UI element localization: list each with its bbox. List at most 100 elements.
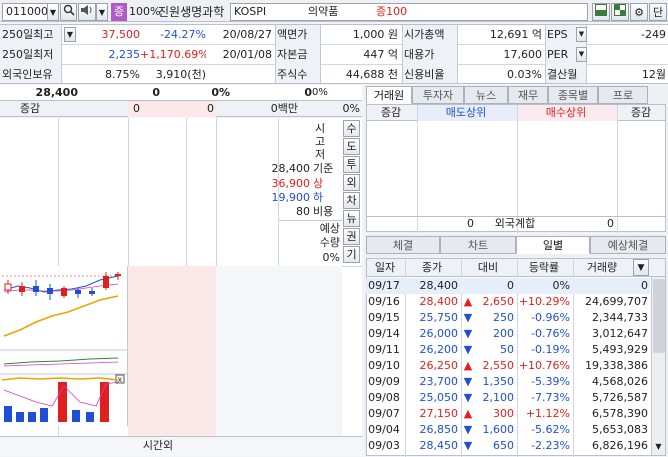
info-key-1: 주식수: [277, 68, 308, 81]
stock-code-input[interactable]: 011000: [2, 3, 48, 21]
layout-button[interactable]: [592, 3, 610, 21]
single-mode-button[interactable]: 단: [649, 3, 667, 21]
settings-button[interactable]: ⚙: [630, 3, 648, 21]
info-key-3: 결산월: [547, 68, 578, 81]
daily-cell-close: 26,850: [419, 423, 459, 436]
table-row[interactable]: 09/14 26,000 ▼ 200 -0.76% 3,012,647: [366, 326, 650, 342]
daily-cell-close: 26,000: [419, 327, 459, 340]
table-row[interactable]: 09/15 25,750 ▼ 250 -0.96% 2,344,733: [366, 310, 650, 326]
lower-limit-price: 19,900: [271, 191, 311, 204]
side-tab-button[interactable]: 차: [343, 192, 360, 209]
sector-label: 의약품: [308, 5, 339, 18]
side-tab-button[interactable]: 기: [343, 246, 360, 263]
info-pct: +1,170.69%: [140, 48, 206, 61]
daily-cell-date: 09/17: [368, 279, 400, 292]
daily-cell-date: 09/04: [368, 423, 400, 436]
daily-cell-vol: 5,726,587: [592, 391, 648, 404]
daily-tab[interactable]: 일별: [516, 236, 590, 254]
daily-cell-dir: ▲: [463, 407, 473, 420]
daily-cell-date: 09/07: [368, 407, 400, 420]
mini-chart-panel: x: [0, 266, 128, 426]
daily-cell-date: 09/14: [368, 327, 400, 340]
table-row[interactable]: 09/04 26,850 ▼ 1,600 -5.62% 5,653,083: [366, 422, 650, 438]
daily-cell-date: 09/08: [368, 391, 400, 404]
sound-dropdown-button[interactable]: ▼: [96, 3, 108, 21]
side-tab-button[interactable]: 투: [343, 156, 360, 173]
broker-table: [366, 104, 666, 233]
metric-dropdown-button[interactable]: ▼: [576, 47, 587, 62]
daily-header-close: 종가: [421, 261, 443, 274]
broker-tab[interactable]: 뉴스: [464, 86, 508, 104]
broker-header-change-right: 증감: [630, 106, 652, 119]
layout-icon: [595, 4, 607, 16]
broker-tab[interactable]: 종목별: [548, 86, 598, 104]
daily-cell-dir: ▼: [463, 327, 473, 340]
table-row[interactable]: 09/16 28,400 ▲ 2,650 +10.29% 24,699,707: [366, 294, 650, 310]
daily-scrollbar[interactable]: ▼: [651, 277, 665, 455]
daily-cell-pct: +10.76%: [518, 359, 570, 372]
side-tab-button[interactable]: 권: [343, 228, 360, 245]
side-tab-button[interactable]: 외: [343, 174, 360, 191]
daily-cell-chg: 300: [493, 407, 514, 420]
daily-cell-dir: ▼: [463, 439, 473, 452]
price-change-pct: 0%: [211, 86, 230, 99]
expected-label: 예상: [319, 222, 340, 235]
cost-ratio-tag: 비용: [313, 205, 334, 218]
speaker-icon: [81, 5, 92, 15]
volume-unit: 0%: [312, 87, 328, 98]
info-val-2: 17,600: [503, 48, 543, 61]
price-change: 0: [152, 86, 160, 99]
daily-tab[interactable]: 차트: [440, 236, 516, 254]
table-row[interactable]: 09/10 26,250 ▲ 2,550 +10.76% 19,338,386: [366, 358, 650, 374]
broker-header-buy-top: 매수상위: [545, 106, 587, 119]
daily-cell-vol: 24,699,707: [585, 295, 648, 308]
daily-cell-pct: -5.39%: [531, 375, 570, 388]
sound-button[interactable]: [78, 3, 96, 21]
daily-cell-pct: -0.76%: [531, 327, 570, 340]
margin-badge: 증: [111, 3, 127, 21]
info-label: 250일최저: [2, 48, 54, 61]
split-button[interactable]: [611, 3, 629, 21]
sub-amount: 0백만: [270, 102, 298, 115]
foreign-sell-total: 0: [467, 217, 474, 230]
daily-cell-chg: 2,650: [482, 295, 515, 308]
code-dropdown-button[interactable]: ▼: [47, 3, 59, 21]
mini-candle-chart: x: [0, 272, 128, 422]
broker-tab[interactable]: 거래원: [366, 86, 412, 104]
table-row[interactable]: 09/03 28,450 ▼ 650 -2.23% 6,826,196: [366, 438, 650, 454]
daily-cell-chg: 2,550: [482, 359, 515, 372]
metric-dropdown-button[interactable]: ▼: [576, 27, 587, 42]
daily-cell-pct: -2.23%: [531, 439, 570, 452]
margin-rate-label: 증100: [376, 5, 408, 18]
side-tab-button[interactable]: 수: [343, 120, 360, 137]
daily-cell-chg: 200: [493, 327, 514, 340]
table-row[interactable]: 09/07 27,150 ▲ 300 +1.12% 6,578,390: [366, 406, 650, 422]
daily-cell-close: 28,450: [419, 439, 459, 452]
table-row[interactable]: 09/11 26,200 ▼ 50 -0.19% 5,493,929: [366, 342, 650, 358]
table-row[interactable]: 09/09 23,700 ▼ 1,350 -5.39% 4,568,026: [366, 374, 650, 390]
info-date: 20/01/08: [222, 48, 272, 61]
daily-cell-dir: [462, 278, 474, 294]
daily-cell-vol: 3,012,647: [592, 327, 648, 340]
side-tab-button[interactable]: 뉴: [343, 210, 360, 227]
scroll-down-icon[interactable]: ▼: [652, 441, 665, 453]
daily-cell-close: 27,150: [419, 407, 459, 420]
daily-cell-pct: +10.29%: [518, 295, 570, 308]
daily-cell-pct: -0.96%: [531, 311, 570, 324]
daily-tab[interactable]: 체결: [366, 236, 440, 254]
cost-ratio: 80: [296, 205, 310, 218]
side-tab-button[interactable]: 도: [343, 138, 360, 155]
daily-tab[interactable]: 예상체결: [590, 236, 666, 254]
table-row[interactable]: 09/08 25,050 ▼ 2,100 -7.73% 5,726,587: [366, 390, 650, 406]
table-row[interactable]: 09/17 28,400 0 0% 0: [366, 278, 650, 294]
info-dropdown-button[interactable]: ▼: [64, 27, 76, 42]
ref-price: 28,400: [271, 162, 311, 175]
sub-pct: 0%: [342, 102, 360, 115]
scrollbar-thumb[interactable]: [653, 279, 665, 353]
daily-cell-close: 23,700: [419, 375, 459, 388]
daily-menu-button[interactable]: ▼: [633, 259, 649, 276]
broker-tab[interactable]: 투자자: [412, 86, 464, 104]
broker-tab[interactable]: 재무: [508, 86, 548, 104]
search-button[interactable]: [60, 3, 77, 21]
broker-tab[interactable]: 프로: [598, 86, 648, 104]
